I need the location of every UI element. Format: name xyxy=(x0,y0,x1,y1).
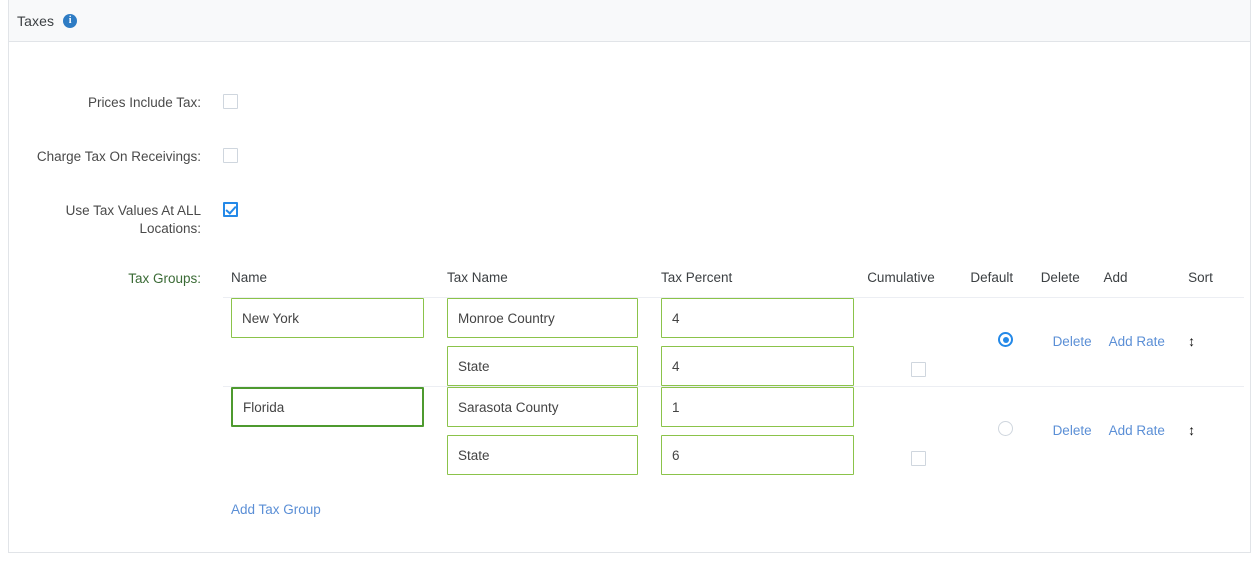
delete-group-link[interactable]: Delete xyxy=(1053,334,1092,349)
column-header-tax-name: Tax Name xyxy=(439,270,653,298)
column-header-name: Name xyxy=(223,270,439,298)
field-prices-include-tax: Prices Include Tax: xyxy=(9,94,1250,112)
add-tax-group-wrap: Add Tax Group xyxy=(223,475,1244,519)
group-sort-cell: ↕ xyxy=(1170,387,1244,476)
tax-rate-name-input[interactable] xyxy=(447,435,638,475)
prices-include-tax-checkbox[interactable] xyxy=(223,94,238,109)
column-header-delete: Delete xyxy=(1041,270,1104,298)
group-name-cell xyxy=(223,298,439,387)
form-body: Prices Include Tax: Charge Tax On Receiv… xyxy=(9,42,1250,50)
field-use-tax-values-all-locations: Use Tax Values At ALL Locations: xyxy=(9,202,1250,238)
tax-rate-percent-input[interactable] xyxy=(661,346,854,386)
default-radio[interactable] xyxy=(998,332,1013,347)
group-delete-cell: Delete xyxy=(1041,387,1104,476)
use-tax-values-all-locations-control xyxy=(201,202,238,220)
group-add-cell: Add Rate xyxy=(1103,387,1170,476)
group-tax-names-cell xyxy=(439,298,653,387)
field-tax-groups: Tax Groups: Name Tax Name Tax Percent Cu… xyxy=(9,270,1250,519)
charge-tax-on-receivings-control xyxy=(201,148,238,166)
tax-group-name-input[interactable] xyxy=(231,298,424,338)
table-row: Delete Add Rate ↕ xyxy=(223,387,1244,476)
panel-header: Taxes i xyxy=(9,0,1250,42)
column-header-default: Default xyxy=(970,270,1040,298)
group-default-cell xyxy=(970,298,1040,387)
table-header: Name Tax Name Tax Percent Cumulative Def… xyxy=(223,270,1244,298)
add-rate-link[interactable]: Add Rate xyxy=(1109,334,1165,349)
charge-tax-on-receivings-checkbox[interactable] xyxy=(223,148,238,163)
table-header-row: Name Tax Name Tax Percent Cumulative Def… xyxy=(223,270,1244,298)
tax-rate-name-input[interactable] xyxy=(447,346,638,386)
tax-rate-percent-input[interactable] xyxy=(661,298,854,338)
group-sort-cell: ↕ xyxy=(1170,298,1244,387)
column-header-tax-percent: Tax Percent xyxy=(653,270,867,298)
group-add-cell: Add Rate xyxy=(1103,298,1170,387)
cumulative-checkbox[interactable] xyxy=(911,451,926,466)
tax-groups-control: Name Tax Name Tax Percent Cumulative Def… xyxy=(201,270,1244,519)
tax-rate-name-input[interactable] xyxy=(447,387,638,427)
group-default-cell xyxy=(970,387,1040,476)
group-tax-percents-cell xyxy=(653,298,867,387)
tax-rate-percent-input[interactable] xyxy=(661,435,854,475)
page-title: Taxes xyxy=(17,13,54,29)
tax-groups-table: Name Tax Name Tax Percent Cumulative Def… xyxy=(223,270,1244,475)
tax-group-name-input[interactable] xyxy=(231,387,424,427)
sort-updown-icon[interactable]: ↕ xyxy=(1188,334,1195,348)
field-charge-tax-on-receivings: Charge Tax On Receivings: xyxy=(9,148,1250,166)
charge-tax-on-receivings-label: Charge Tax On Receivings: xyxy=(9,148,201,166)
table-row: Delete Add Rate ↕ xyxy=(223,298,1244,387)
delete-group-link[interactable]: Delete xyxy=(1053,423,1092,438)
group-name-cell xyxy=(223,387,439,476)
use-tax-values-all-locations-checkbox[interactable] xyxy=(223,202,238,217)
prices-include-tax-control xyxy=(201,94,238,112)
prices-include-tax-label: Prices Include Tax: xyxy=(9,94,201,112)
default-radio[interactable] xyxy=(998,421,1013,436)
use-tax-values-all-locations-label: Use Tax Values At ALL Locations: xyxy=(9,202,201,238)
tax-rate-percent-input[interactable] xyxy=(661,387,854,427)
group-cumulative-cell xyxy=(867,298,970,387)
taxes-panel: Taxes i Prices Include Tax: Charge Tax O… xyxy=(8,0,1251,553)
tax-rate-name-input[interactable] xyxy=(447,298,638,338)
sort-updown-icon[interactable]: ↕ xyxy=(1188,423,1195,437)
add-rate-link[interactable]: Add Rate xyxy=(1109,423,1165,438)
info-icon[interactable]: i xyxy=(63,14,77,28)
group-tax-percents-cell xyxy=(653,387,867,476)
column-header-sort: Sort xyxy=(1170,270,1244,298)
tax-groups-label: Tax Groups: xyxy=(9,270,201,288)
cumulative-checkbox[interactable] xyxy=(911,362,926,377)
column-header-add: Add xyxy=(1103,270,1170,298)
group-cumulative-cell xyxy=(867,387,970,476)
group-tax-names-cell xyxy=(439,387,653,476)
column-header-cumulative: Cumulative xyxy=(867,270,970,298)
add-tax-group-link[interactable]: Add Tax Group xyxy=(231,502,321,517)
group-delete-cell: Delete xyxy=(1041,298,1104,387)
table-body: Delete Add Rate ↕ xyxy=(223,298,1244,476)
